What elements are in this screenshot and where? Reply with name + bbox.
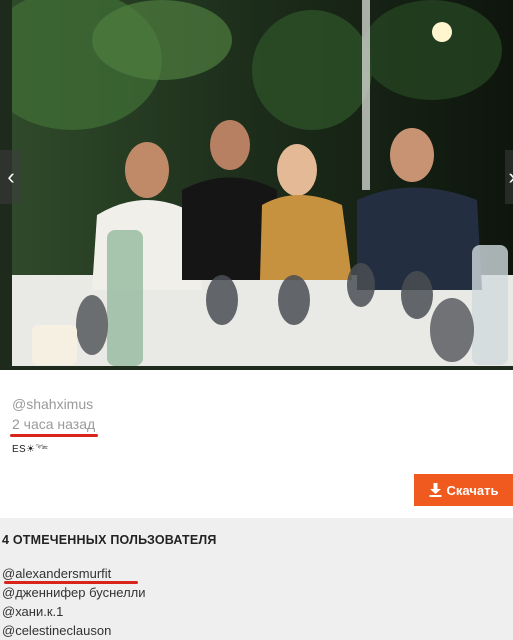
post-meta: @shahximus 2 часа назад ES☀︎𓆝 xyxy=(10,396,98,456)
download-icon xyxy=(429,483,442,497)
chevron-left-icon: ‹ xyxy=(7,164,15,189)
chevron-right-icon: › xyxy=(508,164,513,190)
tagged-users-panel: 4 ОТМЕЧЕННЫХ ПОЛЬЗОВАТЕЛЯ @alexandersmur… xyxy=(0,518,513,640)
prev-photo-button[interactable]: ‹ xyxy=(0,150,22,204)
tagged-user-handle[interactable]: @дженнифер буснелли xyxy=(2,585,146,600)
download-label: Скачать xyxy=(446,482,499,498)
time-underline xyxy=(10,434,98,437)
post-photo xyxy=(12,0,513,366)
download-button[interactable]: Скачать xyxy=(414,474,513,506)
tagged-user[interactable]: @дженнифер буснелли xyxy=(2,583,146,602)
tagged-user[interactable]: @alexandersmurfit xyxy=(2,564,146,584)
post-username[interactable]: @shahximus xyxy=(12,396,95,412)
tagged-user[interactable]: @хани.к.1 xyxy=(2,602,146,621)
post-time-text: 2 часа назад xyxy=(12,416,96,432)
tagged-user[interactable]: @celestineclauson xyxy=(2,621,146,640)
tagged-users-title: 4 ОТМЕЧЕННЫХ ПОЛЬЗОВАТЕЛЯ xyxy=(2,533,217,547)
next-photo-button[interactable]: › xyxy=(505,150,513,204)
tagged-user-handle[interactable]: @хани.к.1 xyxy=(2,604,63,619)
tagged-user-handle[interactable]: @celestineclauson xyxy=(2,623,111,638)
tagged-user-handle[interactable]: @alexandersmurfit xyxy=(2,566,111,581)
post-caption: ES☀︎𓆝 xyxy=(12,444,49,455)
tagged-users-list: @alexandersmurfit @дженнифер буснелли @х… xyxy=(2,564,146,640)
photo-viewer: ‹ › xyxy=(0,0,513,370)
post-time: 2 часа назад xyxy=(10,416,98,437)
